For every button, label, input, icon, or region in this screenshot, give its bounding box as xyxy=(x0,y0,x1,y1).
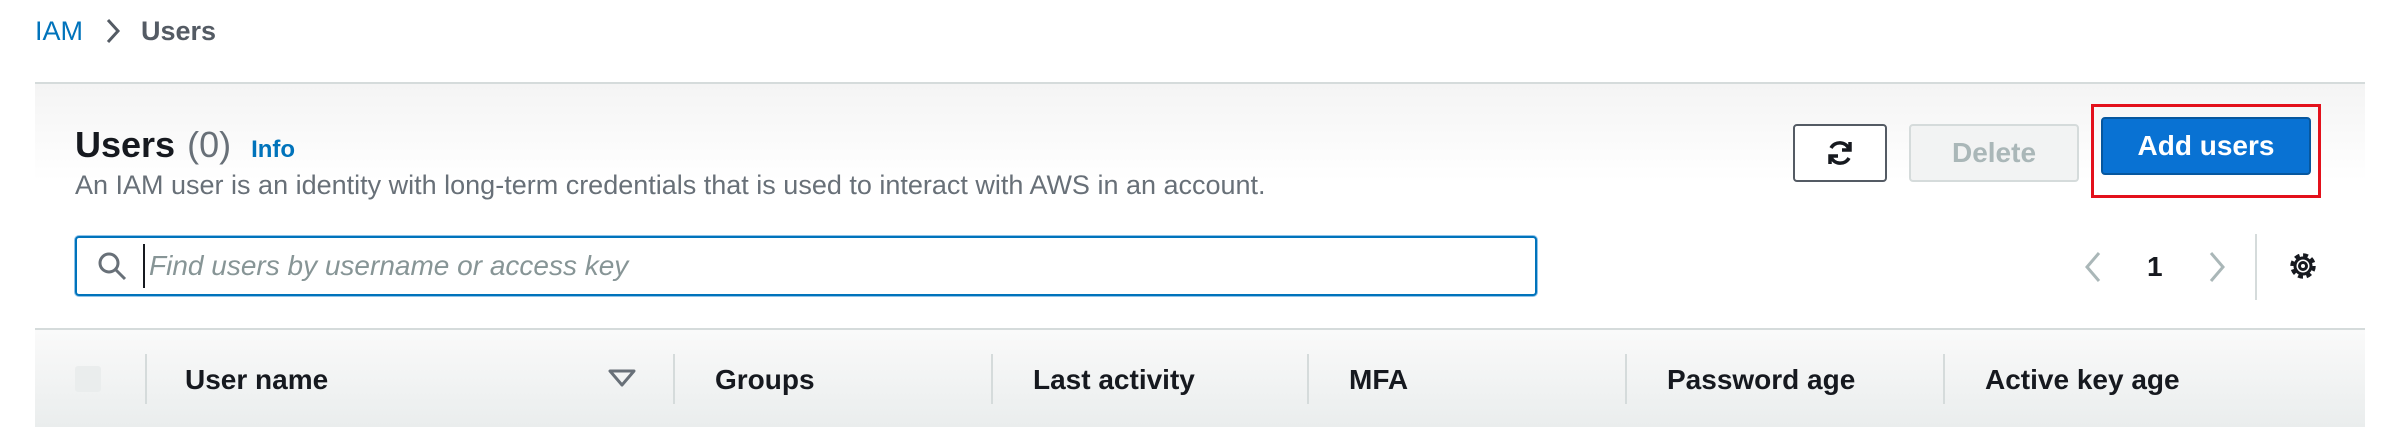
refresh-icon xyxy=(1825,138,1855,168)
previous-page-icon[interactable] xyxy=(2083,244,2103,290)
column-divider xyxy=(1307,354,1309,404)
column-divider xyxy=(1625,354,1627,404)
column-groups[interactable]: Groups xyxy=(715,330,815,429)
title-row: Users (0) Info xyxy=(75,124,295,166)
breadcrumb-current: Users xyxy=(141,15,217,46)
add-users-button[interactable]: Add users xyxy=(2101,117,2311,175)
column-divider xyxy=(991,354,993,404)
settings-gear-icon[interactable] xyxy=(2285,248,2321,284)
breadcrumb-iam-link[interactable]: IAM xyxy=(35,16,83,47)
sort-descending-icon[interactable] xyxy=(607,368,637,388)
column-mfa[interactable]: MFA xyxy=(1349,330,1408,429)
column-divider xyxy=(1943,354,1945,404)
info-link[interactable]: Info xyxy=(251,136,295,164)
pager-divider xyxy=(2255,234,2257,300)
select-all-checkbox[interactable] xyxy=(75,366,101,392)
delete-button[interactable]: Delete xyxy=(1909,124,2079,182)
search-icon xyxy=(97,251,127,281)
column-active-key-age[interactable]: Active key age xyxy=(1985,330,2180,429)
page-number[interactable]: 1 xyxy=(2147,244,2163,290)
column-divider xyxy=(145,354,147,404)
page-title: Users xyxy=(75,124,176,165)
refresh-button[interactable] xyxy=(1793,124,1887,182)
next-page-icon[interactable] xyxy=(2207,244,2227,290)
users-panel: Users (0) Info An IAM user is an identit… xyxy=(35,82,2365,427)
column-divider xyxy=(673,354,675,404)
search-box[interactable] xyxy=(75,236,1537,296)
column-last-activity[interactable]: Last activity xyxy=(1033,330,1195,429)
user-count: (0) xyxy=(187,124,232,165)
search-input[interactable] xyxy=(143,244,1493,288)
chevron-right-icon xyxy=(105,17,121,45)
page-description: An IAM user is an identity with long-ter… xyxy=(75,170,1266,200)
table-header: User name Groups Last activity MFA Passw… xyxy=(35,328,2365,427)
column-password-age[interactable]: Password age xyxy=(1667,330,1855,429)
breadcrumb: IAM Users xyxy=(35,14,216,48)
panel-header: Users (0) Info An IAM user is an identit… xyxy=(35,84,2365,328)
column-user-name[interactable]: User name xyxy=(185,330,328,429)
